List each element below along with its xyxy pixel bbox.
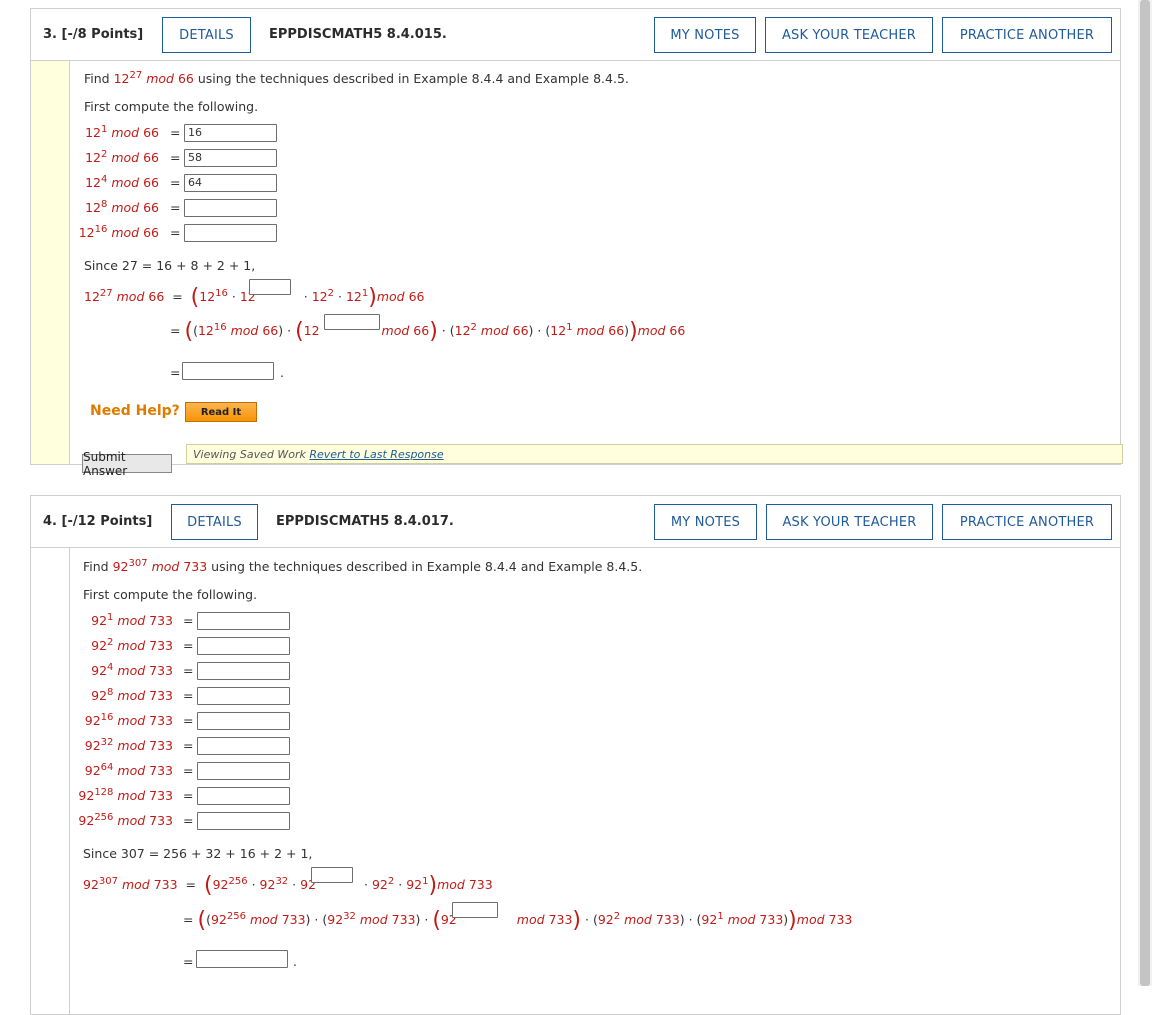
equation-line-2: = ((92256 mod 733) · (9232 mod 733) · (9… xyxy=(183,908,853,933)
answer-input[interactable] xyxy=(197,612,290,630)
final-answer-input[interactable] xyxy=(182,362,274,380)
answer-input[interactable] xyxy=(184,199,277,217)
equals-sign: = xyxy=(183,813,194,828)
power-label: 9232 mod 733 xyxy=(84,737,173,754)
equals-sign: = xyxy=(170,125,181,140)
instruction-text: First compute the following. xyxy=(84,99,259,114)
answer-input[interactable] xyxy=(197,662,290,680)
submit-answer-button[interactable]: Submit Answer xyxy=(82,450,172,478)
question-number: 4. [-/12 Points] xyxy=(43,514,153,529)
period: . xyxy=(293,954,297,969)
power-label: 924 mod 733 xyxy=(91,662,173,679)
equals-sign: = xyxy=(183,763,194,778)
since-text: Since 307 = 256 + 32 + 16 + 2 + 1, xyxy=(83,846,313,861)
equals-sign: = xyxy=(183,663,194,678)
details-button[interactable]: DETAILS xyxy=(171,504,258,540)
question-code: EPPDISCMATH5 8.4.017. xyxy=(276,514,454,529)
answer-input[interactable]: 16 xyxy=(184,124,277,142)
period: . xyxy=(280,365,284,380)
answer-input[interactable] xyxy=(197,812,290,830)
equals-sign: = xyxy=(183,688,194,703)
final-answer-input[interactable] xyxy=(196,950,288,968)
answer-input[interactable] xyxy=(197,787,290,805)
question-code: EPPDISCMATH5 8.4.015. xyxy=(269,27,447,42)
question-4: 4. [-/12 Points] DETAILS EPPDISCMATH5 8.… xyxy=(30,495,1121,1015)
power-label: 9216 mod 733 xyxy=(84,712,173,729)
exponent-input[interactable] xyxy=(249,279,291,295)
power-label: 921 mod 733 xyxy=(91,612,173,629)
status-bar xyxy=(31,61,69,464)
status-bar xyxy=(31,548,69,1014)
equals-sign: = xyxy=(183,954,194,969)
equals-sign: = xyxy=(183,613,194,628)
prompt-text: Find 92307 mod 733 using the techniques … xyxy=(83,558,643,575)
question-content: Find 1227 mod 66 using the techniques de… xyxy=(69,61,1123,478)
power-label: 121 mod 66 xyxy=(85,124,159,141)
power-label: 922 mod 733 xyxy=(91,637,173,654)
question-content: Find 92307 mod 733 using the techniques … xyxy=(69,548,1120,1014)
scrollbar-thumb[interactable] xyxy=(1140,0,1150,986)
question-3-body: Find 1227 mod 66 using the techniques de… xyxy=(30,60,1123,478)
prompt-text: Find 1227 mod 66 using the techniques de… xyxy=(84,70,629,87)
equals-sign: = xyxy=(170,175,181,190)
answer-input[interactable] xyxy=(184,224,277,242)
exponent-input[interactable] xyxy=(452,902,498,918)
details-button[interactable]: DETAILS xyxy=(162,17,251,53)
question-3: 3. [-/8 Points] DETAILS EPPDISCMATH5 8.4… xyxy=(30,8,1123,478)
question-4-body: Find 92307 mod 733 using the techniques … xyxy=(30,547,1121,1015)
power-label: 928 mod 733 xyxy=(91,687,173,704)
equals-sign: = xyxy=(170,150,181,165)
equation-line-1: 92307 mod 733 = (92256 · 9232 · 92 · 922… xyxy=(83,873,493,898)
read-it-button[interactable]: Read It xyxy=(185,402,257,422)
practice-another-button[interactable]: PRACTICE ANOTHER xyxy=(942,504,1112,540)
answer-input[interactable]: 64 xyxy=(184,174,277,192)
question-3-header: 3. [-/8 Points] DETAILS EPPDISCMATH5 8.4… xyxy=(30,8,1121,60)
answer-input[interactable] xyxy=(197,637,290,655)
power-label: 122 mod 66 xyxy=(85,149,159,166)
equals-sign: = xyxy=(170,200,181,215)
my-notes-button[interactable]: MY NOTES xyxy=(654,17,756,53)
instruction-text: First compute the following. xyxy=(83,587,258,602)
exponent-input[interactable] xyxy=(311,867,353,883)
answer-input[interactable] xyxy=(197,762,290,780)
equals-sign: = xyxy=(183,713,194,728)
answer-input[interactable] xyxy=(197,737,290,755)
power-label: 92128 mod 733 xyxy=(78,787,173,804)
equals-sign: = xyxy=(183,638,194,653)
equals-sign: = xyxy=(183,738,194,753)
equals-sign: = xyxy=(170,365,181,380)
ask-your-teacher-button[interactable]: ASK YOUR TEACHER xyxy=(765,17,933,53)
since-text: Since 27 = 16 + 8 + 2 + 1, xyxy=(84,258,256,273)
my-notes-button[interactable]: MY NOTES xyxy=(654,504,757,540)
question-number: 3. [-/8 Points] xyxy=(43,27,144,42)
power-label: 124 mod 66 xyxy=(85,174,159,191)
exponent-input[interactable] xyxy=(324,314,380,330)
answer-input[interactable] xyxy=(197,712,290,730)
power-label: 128 mod 66 xyxy=(85,199,159,216)
saved-work-notice: Viewing Saved Work Revert to Last Respon… xyxy=(186,444,1123,464)
need-help-label: Need Help? xyxy=(90,403,180,419)
power-label: 92256 mod 733 xyxy=(78,812,173,829)
power-label: 9264 mod 733 xyxy=(84,762,173,779)
ask-your-teacher-button[interactable]: ASK YOUR TEACHER xyxy=(766,504,933,540)
practice-another-button[interactable]: PRACTICE ANOTHER xyxy=(942,17,1112,53)
power-label: 1216 mod 66 xyxy=(78,224,159,241)
revert-link[interactable]: Revert to Last Response xyxy=(309,448,443,461)
equals-sign: = xyxy=(183,788,194,803)
answer-input[interactable]: 58 xyxy=(184,149,277,167)
scrollbar[interactable] xyxy=(1138,0,1152,986)
question-4-header: 4. [-/12 Points] DETAILS EPPDISCMATH5 8.… xyxy=(30,495,1121,547)
answer-input[interactable] xyxy=(197,687,290,705)
equals-sign: = xyxy=(170,225,181,240)
equation-line-2: = ((1216 mod 66) · (12 mod 66) · (122 mo… xyxy=(170,319,686,344)
